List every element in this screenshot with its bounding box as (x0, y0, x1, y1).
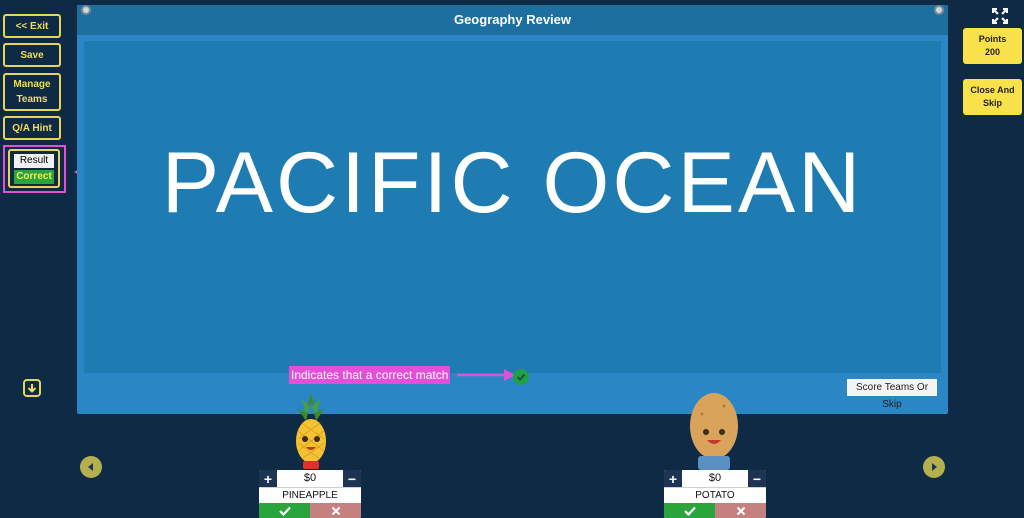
answer-area: PACIFIC OCEAN (84, 41, 941, 373)
team-score: $0 (708, 472, 722, 484)
check-icon (683, 506, 696, 516)
game-board: Geography Review PACIFIC OCEAN Indicates… (77, 5, 948, 414)
points-indicator: Points 200 (963, 28, 1022, 64)
team-name: PINEAPPLE (259, 487, 361, 503)
team-card-pineapple: + $0 − PINEAPPLE (259, 470, 361, 518)
mark-correct-button[interactable] (259, 503, 310, 518)
close-and-skip-label: Close And Skip (970, 85, 1015, 108)
answer-text: PACIFIC OCEAN (161, 134, 864, 231)
points-value: 200 (984, 47, 1001, 57)
annotation-label: Indicates that a correct match (289, 366, 451, 384)
team-score-row: + $0 − (664, 470, 766, 487)
qa-hint-button[interactable]: Q/A Hint (3, 116, 61, 140)
manage-teams-button[interactable]: Manage Teams (3, 73, 61, 111)
correct-check-icon (513, 369, 529, 385)
minus-button[interactable]: − (748, 470, 766, 487)
manage-teams-label: Manage Teams (13, 79, 51, 105)
save-label: Save (20, 49, 44, 61)
mark-wrong-button[interactable] (310, 503, 361, 518)
chevron-left-icon (88, 463, 93, 471)
next-button[interactable] (923, 456, 945, 478)
team-card-potato: + $0 − POTATO (664, 470, 766, 518)
minus-button[interactable]: − (343, 470, 361, 487)
mark-wrong-button[interactable] (715, 503, 766, 518)
plus-button[interactable]: + (259, 470, 277, 487)
arrow-down-icon (27, 384, 37, 393)
close-icon (331, 506, 340, 515)
points-label: Points (978, 34, 1007, 44)
correct-label: Correct (14, 170, 54, 184)
pineapple-mascot (296, 393, 326, 469)
close-and-skip-button[interactable]: Close And Skip (963, 79, 1022, 115)
annotation-arrow-right-icon (457, 369, 515, 381)
qa-hint-label: Q/A Hint (12, 122, 52, 134)
save-button[interactable]: Save (3, 43, 61, 67)
check-icon (278, 506, 291, 516)
exit-label: << Exit (15, 20, 49, 32)
result-label: Result (14, 154, 54, 168)
close-icon (736, 506, 745, 515)
screw-icon (81, 5, 91, 15)
team-name: POTATO (664, 487, 766, 503)
score-teams-or-skip-button[interactable]: Score Teams Or Skip (847, 379, 937, 410)
result-highlight-box: Result Correct (3, 145, 66, 193)
team-actions (259, 503, 361, 518)
expand-icon[interactable] (992, 8, 1008, 24)
exit-button[interactable]: << Exit (3, 14, 61, 38)
previous-button[interactable] (80, 456, 102, 478)
potato-mascot (690, 393, 738, 470)
screw-icon (934, 5, 944, 15)
scroll-down-button[interactable] (23, 379, 41, 397)
result-panel[interactable]: Result Correct (8, 149, 60, 188)
team-score: $0 (303, 472, 317, 484)
plus-button[interactable]: + (664, 470, 682, 487)
team-score-row: + $0 − (259, 470, 361, 487)
chevron-right-icon (932, 463, 937, 471)
team-actions (664, 503, 766, 518)
mark-correct-button[interactable] (664, 503, 715, 518)
